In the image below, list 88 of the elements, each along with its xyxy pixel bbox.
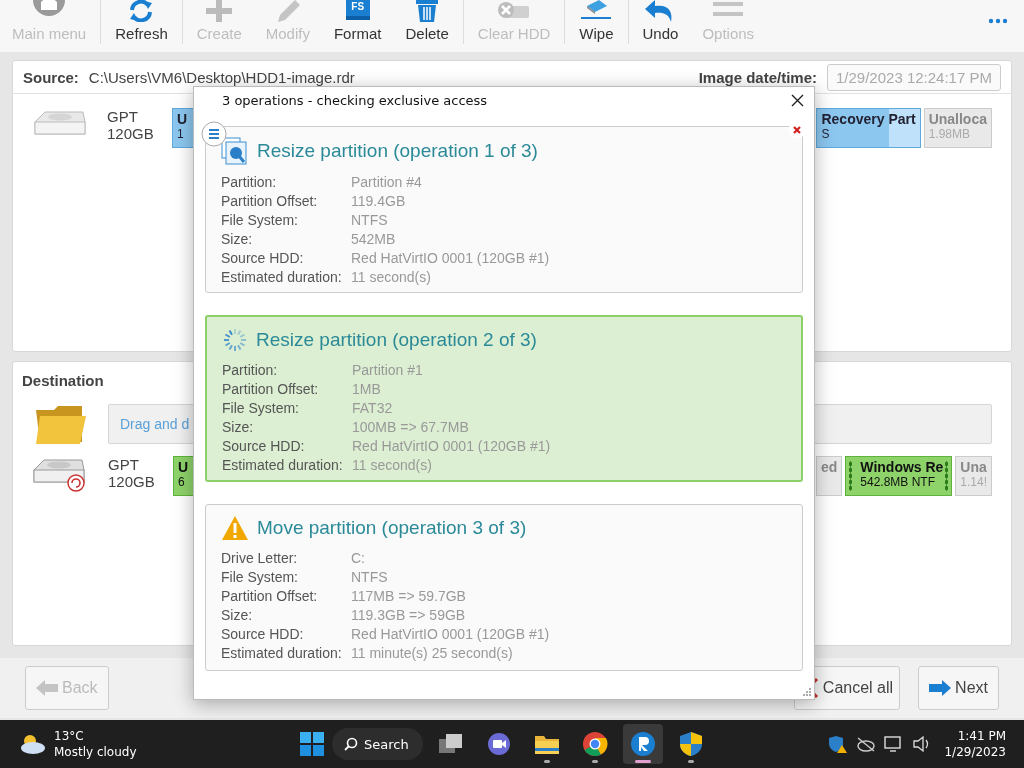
left-arrow-icon xyxy=(36,680,58,696)
spinner-icon xyxy=(222,327,248,353)
browser-icon[interactable] xyxy=(581,731,608,757)
partition-block[interactable]: Windows Re 542.8MB NTF xyxy=(845,456,953,496)
disk-type: GPT xyxy=(108,456,140,473)
plus-icon xyxy=(206,0,233,22)
menu-icon[interactable] xyxy=(201,121,227,147)
field-label: Partition Offset: xyxy=(221,587,319,606)
field-value: 11 second(s) xyxy=(352,456,433,475)
field-label: Size: xyxy=(221,230,254,249)
field-value: Partition #4 xyxy=(351,173,423,192)
partition-block[interactable]: U 1 xyxy=(172,108,194,148)
refresh-icon xyxy=(128,0,155,22)
search-icon xyxy=(344,737,358,751)
cloudy-weather-icon[interactable] xyxy=(18,732,46,756)
field-label: Estimated duration: xyxy=(221,268,343,287)
field-label: File System: xyxy=(221,568,299,587)
cloud-off-icon[interactable] xyxy=(856,736,877,752)
clock-time: 1:41 PM xyxy=(956,728,1006,744)
field-value: 100MB => 67.7MB xyxy=(352,418,470,437)
section-title: Destination xyxy=(22,372,104,389)
format-icon: FS xyxy=(345,0,370,20)
field-value: 117MB => 59.7GB xyxy=(351,587,467,606)
app-icon[interactable] xyxy=(629,731,656,757)
field-label: Size: xyxy=(221,606,254,625)
field-value: NTFS xyxy=(351,211,389,230)
dialog-title: 3 operations - checking exclusive access xyxy=(222,92,489,108)
field-value: 1MB xyxy=(352,380,382,399)
folder-icon[interactable] xyxy=(533,733,560,755)
field-value: 11 minute(s) 25 second(s) xyxy=(351,644,514,663)
field-label: Partition Offset: xyxy=(221,192,319,211)
task-view-icon[interactable] xyxy=(437,733,464,755)
field-label: Source HDD: xyxy=(222,437,306,456)
field-label: Partition: xyxy=(221,173,278,192)
field-value: 542MB xyxy=(351,230,397,249)
disk-size: 120GB xyxy=(108,473,153,490)
toolbar-button[interactable]: Delete xyxy=(393,0,461,52)
temperature: 13°C xyxy=(54,728,85,744)
field-value: Partition #1 xyxy=(352,361,424,380)
right-arrow-icon xyxy=(929,680,952,696)
field-value: Red HatVirtIO 0001 (120GB #1) xyxy=(351,625,551,644)
field-label: Partition: xyxy=(222,361,279,380)
field-value: 119.3GB => 59GB xyxy=(351,606,467,625)
weather-condition: Mostly cloudy xyxy=(54,744,137,760)
partition-resize-icon xyxy=(221,137,249,165)
field-label: Drive Letter: xyxy=(221,549,299,568)
toolbar-button[interactable]: Wipe xyxy=(567,0,626,52)
operation-title: Resize partition (operation 2 of 3) xyxy=(256,329,537,351)
disk-size: 120GB xyxy=(107,125,152,142)
field-value: NTFS xyxy=(351,568,389,587)
field-label: Size: xyxy=(222,418,255,437)
eraser-icon xyxy=(581,0,612,22)
toolbar-button[interactable]: FS Format xyxy=(321,0,394,52)
next-button[interactable]: Next xyxy=(918,666,999,710)
start-icon[interactable] xyxy=(300,732,324,756)
field-label: Source HDD: xyxy=(221,249,305,268)
shield-icon[interactable] xyxy=(678,731,703,757)
field-value: Red HatVirtIO 0001 (120GB #1) xyxy=(352,437,552,456)
field-value: 119.4GB xyxy=(351,192,407,211)
shield-warning-icon[interactable] xyxy=(828,735,849,753)
field-label: Estimated duration: xyxy=(222,456,344,475)
date-label: Image date/time: xyxy=(698,68,817,86)
warning-icon xyxy=(221,515,249,541)
partition-block[interactable]: U 6 xyxy=(173,456,195,496)
resize-grip-icon[interactable] xyxy=(803,688,811,696)
chat-icon[interactable] xyxy=(485,732,512,756)
clock-date: 1/29/2023 xyxy=(944,744,1006,760)
field-value: FAT32 xyxy=(352,399,394,418)
close-icon[interactable] xyxy=(791,93,804,107)
field-value: Red HatVirtIO 0001 (120GB #1) xyxy=(351,249,551,268)
field-label: Estimated duration: xyxy=(221,644,343,663)
operation-title: Resize partition (operation 1 of 3) xyxy=(257,140,538,162)
operation-title: Move partition (operation 3 of 3) xyxy=(257,517,527,539)
partition-block[interactable]: Recovery Part S xyxy=(816,108,921,148)
toolbar-button[interactable]: Undo xyxy=(630,0,691,52)
field-label: File System: xyxy=(222,399,300,418)
field-value: 11 second(s) xyxy=(351,268,432,287)
field-label: Source HDD: xyxy=(221,625,305,644)
search-box[interactable]: Search xyxy=(332,728,423,760)
source-path: C:\Users\VM6\Desktop\HDD1-image.rdr xyxy=(88,68,355,86)
source-label: Source: xyxy=(23,68,79,86)
field-label: Partition Offset: xyxy=(222,380,320,399)
toolbar-button[interactable]: Refresh xyxy=(103,0,180,52)
disk-type: GPT xyxy=(107,108,139,125)
hard-drive-icon xyxy=(32,456,88,492)
field-label: File System: xyxy=(221,211,299,230)
more-icon[interactable] xyxy=(988,18,1008,24)
field-value: C: xyxy=(351,549,366,568)
